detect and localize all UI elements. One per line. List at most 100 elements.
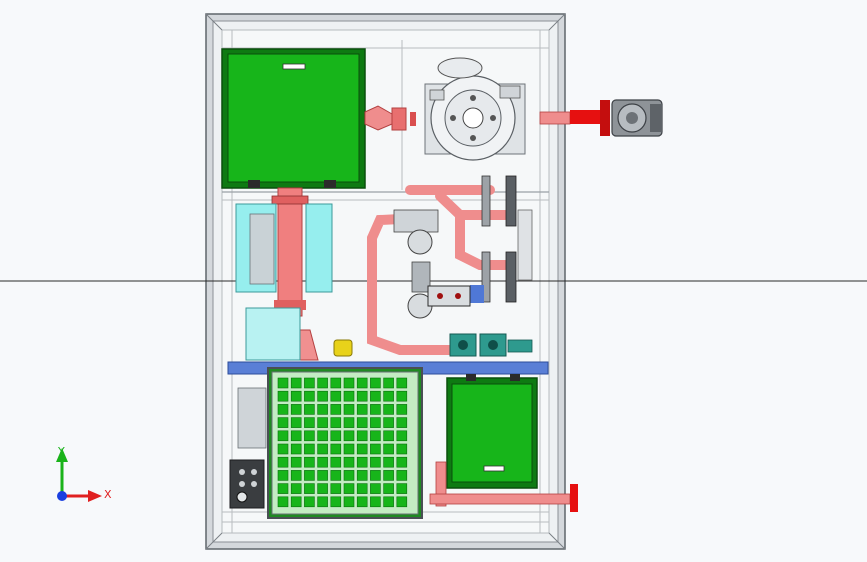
grille-cell: [277, 470, 289, 481]
grille-cell: [343, 430, 355, 442]
grille-cell: [290, 377, 302, 389]
grille-cell: [356, 417, 368, 428]
grille-cell: [330, 404, 342, 415]
grille-cell: [277, 404, 289, 415]
grille-cell: [396, 390, 408, 402]
grille-cell: [396, 417, 408, 428]
grille-cell: [396, 456, 408, 468]
grille-cell: [290, 430, 302, 442]
grille-cell: [317, 443, 328, 455]
grille-cell: [370, 483, 381, 494]
grille-cell: [290, 456, 302, 468]
grille-cell: [290, 443, 302, 455]
grille-cell: [370, 496, 381, 508]
grille-cell: [277, 417, 289, 428]
y-axis-label: Y: [57, 445, 65, 458]
grille-cell: [330, 390, 342, 402]
bottom-green-access-panel: [446, 374, 538, 489]
grille-cell: [356, 443, 368, 455]
grille-cell: [304, 470, 315, 481]
grille-cell: [317, 470, 328, 481]
grille-cell: [277, 496, 289, 508]
grille-cell: [343, 443, 355, 455]
grille-cell: [356, 390, 368, 402]
grille-cell: [277, 456, 289, 468]
grille-cell: [396, 483, 408, 494]
grille-cell: [277, 390, 289, 402]
grille-cell: [356, 483, 368, 494]
grille-cell: [317, 404, 328, 415]
grille-cell: [396, 496, 408, 508]
small-control-box: [427, 285, 471, 307]
blue-coupling: [470, 285, 484, 303]
control-panel: [229, 459, 265, 509]
grille-cell: [330, 377, 342, 389]
grille-cell: [396, 404, 408, 415]
grille-cell: [290, 390, 302, 402]
grille-cell: [304, 483, 315, 494]
grille-cell: [383, 443, 394, 455]
grille-cell: [370, 443, 381, 455]
grille-cell: [356, 456, 368, 468]
grille-cell: [356, 470, 368, 481]
ventilation-grille: [267, 367, 423, 519]
grille-cell: [304, 377, 315, 389]
grille-cell: [330, 443, 342, 455]
grille-cell: [290, 404, 302, 415]
x-axis-label: X: [104, 488, 112, 501]
grille-cell: [370, 470, 381, 481]
grille-cell: [370, 390, 381, 402]
grille-cell: [370, 456, 381, 468]
grille-cell: [317, 417, 328, 428]
grille-cell: [396, 443, 408, 455]
grille-cell: [383, 456, 394, 468]
grille-cell: [317, 483, 328, 494]
grille-cell: [343, 483, 355, 494]
grille-cell: [383, 470, 394, 481]
grille-cell: [277, 377, 289, 389]
grille-cell: [356, 377, 368, 389]
grille-cell: [330, 430, 342, 442]
grille-cell: [317, 390, 328, 402]
grille-cell: [343, 496, 355, 508]
grille-cell: [396, 470, 408, 481]
cad-assembly-view: Y X: [0, 0, 867, 562]
grille-cell: [330, 470, 342, 481]
grille-cell: [343, 377, 355, 389]
grille-cell: [277, 483, 289, 494]
grille-cell: [343, 417, 355, 428]
top-green-access-panel: [221, 48, 366, 189]
grille-cell: [383, 377, 394, 389]
grille-cell: [290, 470, 302, 481]
grille-cell: [304, 443, 315, 455]
grille-cell: [304, 456, 315, 468]
grille-cell: [290, 483, 302, 494]
grille-cell: [317, 430, 328, 442]
grille-cell: [343, 470, 355, 481]
grille-cell: [277, 443, 289, 455]
grille-cell: [290, 417, 302, 428]
grille-cell: [383, 496, 394, 508]
grille-cell: [304, 390, 315, 402]
grille-cell: [370, 404, 381, 415]
grille-cell: [290, 496, 302, 508]
grille-cell: [277, 430, 289, 442]
grille-cell: [343, 390, 355, 402]
grille-cell: [356, 404, 368, 415]
grille-cell: [370, 417, 381, 428]
grille-cell: [304, 417, 315, 428]
grille-cell: [304, 404, 315, 415]
grille-cell: [330, 456, 342, 468]
grille-cell: [343, 456, 355, 468]
grille-cell: [396, 430, 408, 442]
grille-cell: [356, 430, 368, 442]
grille-cell: [330, 417, 342, 428]
lower-left-filter: [237, 387, 267, 449]
grille-cell: [383, 430, 394, 442]
grille-cell: [383, 404, 394, 415]
grille-cell: [383, 390, 394, 402]
grille-cell: [370, 430, 381, 442]
grille-cell: [330, 496, 342, 508]
grille-cell: [370, 377, 381, 389]
grille-cell: [317, 456, 328, 468]
